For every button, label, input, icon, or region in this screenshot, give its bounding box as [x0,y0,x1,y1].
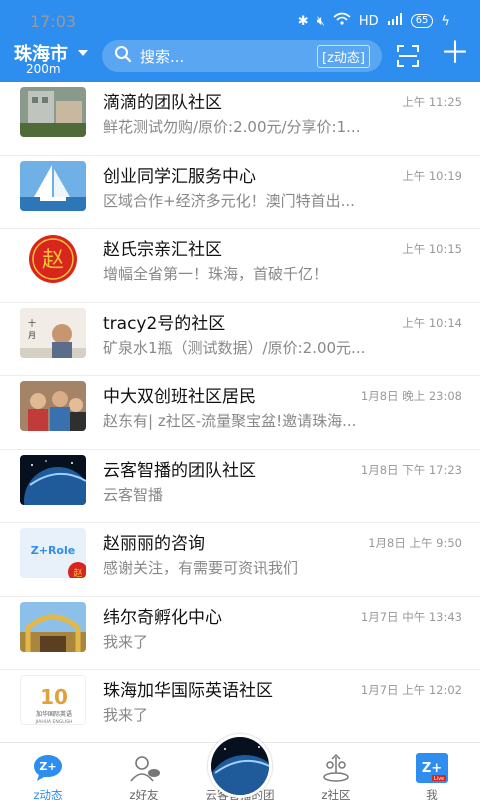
tab-label: z好友 [129,788,159,800]
item-subtitle: 区域合作+经济多元化！澳门特首出... [103,191,355,210]
center-avatar-button[interactable] [208,734,272,798]
status-bar: 17:03 ✱ 🔇︎ HD 65 ϟ [0,0,480,40]
tab-me[interactable]: Z+ Live 我 [384,743,480,800]
add-icon[interactable]: ＋ [440,39,470,70]
z-dynamic-icon: Z+ [32,753,64,783]
list-item[interactable]: 纬尔奇孵化中心 我来了 1月7日 中午 13:43 [0,597,480,670]
battery-icon: 65 [410,14,434,28]
search-icon [114,45,132,67]
item-title: 滴滴的团队社区 [103,93,222,113]
signal-icon [387,13,403,29]
mute-icon: 🔇︎ [316,13,325,29]
item-title: 纬尔奇孵化中心 [103,607,222,628]
item-title: 珠海加华国际英语社区 [103,681,273,701]
anniversary-caption-en: JIAHUA ENGLISH [35,719,73,725]
item-title: 中大双创班社区居民 [103,387,256,407]
item-subtitle: 感谢关注，有需要可资讯我们 [103,559,299,577]
avatar: 十月 [20,307,86,358]
tab-label: 我 [426,788,438,800]
avatar: 赵 [20,234,86,284]
city-distance: 200m [26,62,61,76]
item-title: 云客智播的团队社区 [103,460,256,481]
tab-z-dynamic[interactable]: Z+ z动态 [0,743,96,800]
network-type: HD [358,13,379,29]
item-title: 创业同学汇服务中心 [103,166,256,187]
scan-icon[interactable] [396,44,420,68]
profile-icon-text: Z+ [422,761,442,776]
item-time: 1月8日 下午 17:23 [360,462,462,477]
chevron-down-icon [78,50,88,56]
city-selector[interactable]: 珠海市 200m [14,40,94,80]
live-badge-text: Live [434,776,444,782]
list-item[interactable]: Z+Role 赵 赵丽丽的咨询 感谢关注，有需要可资讯我们 1月8日 上午 9:5… [0,523,480,597]
list-item[interactable]: 中大双创班社区居民 赵东有| z社区-流量聚宝盆!邀请珠海... 1月8日 晚上… [0,376,480,450]
list-item[interactable]: 滴滴的团队社区 鲜花测试勿购/原价:2.00元/分享价:1... 上午 11:2… [0,82,480,156]
bluetooth-icon: ✱ [297,13,309,29]
svg-text:月: 月 [28,331,36,340]
avatar [20,454,86,505]
item-time: 上午 11:25 [402,95,462,109]
wifi-icon [333,12,351,30]
search-scope-tag[interactable]: [z动态] [317,44,370,68]
item-title: 赵丽丽的咨询 [103,534,205,554]
avatar [20,381,86,431]
charging-icon: ϟ [441,13,450,29]
svg-text:十: 十 [28,318,36,328]
profile-icon: Z+ Live [416,753,448,783]
item-subtitle: 矿泉水1瓶（测试数据）/原价:2.00元... [103,338,366,357]
tab-z-community[interactable]: z社区 [288,743,384,800]
item-time: 上午 10:14 [402,315,462,330]
item-time: 上午 10:15 [402,242,462,256]
item-subtitle: 鲜花测试勿购/原价:2.00元/分享价:1... [103,118,361,136]
item-subtitle: 增幅全省第一！珠海，首破千亿！ [103,265,329,283]
list-item[interactable]: 云客智播的团队社区 云客智播 1月8日 下午 17:23 [0,450,480,523]
item-subtitle: 我来了 [103,706,149,724]
search-input[interactable]: 搜索... [140,46,317,67]
app-header: 17:03 ✱ 🔇︎ HD 65 ϟ 珠海市 200m 搜索... [z动态] [0,0,480,82]
anniversary-number: 10 [40,685,68,709]
z-role-logo-text: Z+Role [31,544,75,557]
conversation-list: 滴滴的团队社区 鲜花测试勿购/原价:2.00元/分享价:1... 上午 11:2… [0,82,480,742]
item-subtitle: 我来了 [103,632,149,651]
item-time: 1月7日 中午 13:43 [360,609,462,624]
list-item[interactable]: 十月 tracy2号的社区 矿泉水1瓶（测试数据）/原价:2.00元... 上午… [0,303,480,376]
seal-text: 赵 [42,248,64,273]
avatar [20,160,86,211]
friends-icon [128,753,160,783]
search-bar[interactable]: 搜索... [z动态] [102,40,382,72]
list-item[interactable]: 创业同学汇服务中心 区域合作+经济多元化！澳门特首出... 上午 10:19 [0,156,480,229]
avatar: Z+Role 赵 [20,528,86,578]
item-subtitle: 云客智播 [103,485,164,504]
status-icons: ✱ 🔇︎ HD 65 ϟ [298,12,450,30]
item-subtitle: 赵东有| z社区-流量聚宝盆!邀请珠海... [103,412,357,430]
item-title: tracy2号的社区 [103,313,226,334]
z-dynamic-icon-text: Z+ [39,760,56,773]
item-time: 1月7日 上午 12:02 [360,683,462,697]
mini-seal-text: 赵 [73,567,82,578]
avatar [20,87,86,137]
tab-z-friends[interactable]: z好友 [96,743,192,800]
anniversary-caption: 加华国际英语 [36,710,72,718]
item-time: 1月8日 上午 9:50 [368,536,462,550]
item-time: 上午 10:19 [402,168,462,183]
avatar: 10 加华国际英语 JIAHUA ENGLISH [20,675,86,725]
item-time: 1月8日 晚上 23:08 [360,389,462,403]
list-item[interactable]: 10 加华国际英语 JIAHUA ENGLISH 珠海加华国际英语社区 我来了 1月… [0,670,480,742]
community-icon [320,753,352,783]
tab-label: z社区 [321,788,351,800]
avatar [20,601,86,652]
item-title: 赵氏宗亲汇社区 [103,240,222,260]
tab-label: z动态 [33,788,63,800]
list-item[interactable]: 赵 赵氏宗亲汇社区 增幅全省第一！珠海，首破千亿！ 上午 10:15 [0,229,480,303]
